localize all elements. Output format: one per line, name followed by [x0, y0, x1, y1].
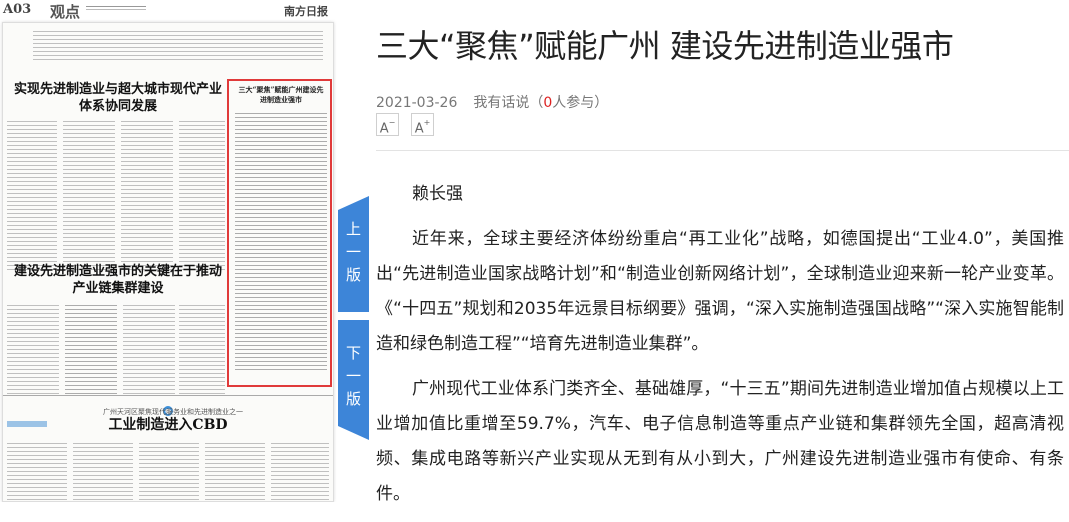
- text-column: [205, 443, 265, 501]
- edition-number: A03: [3, 2, 32, 17]
- newspaper-masthead: A03 观点 南方日报: [0, 0, 338, 22]
- text-column: [7, 443, 67, 501]
- article-body: 赖长强 近年来，全球主要经济体纷纷重启“再工业化”战略，如德国提出“工业4.0”…: [376, 177, 1064, 522]
- text-column: [7, 121, 57, 271]
- minus-icon: −: [388, 118, 396, 127]
- text-column: [65, 305, 117, 395]
- previous-page-button[interactable]: 上 一 版: [338, 196, 369, 312]
- text-column: [63, 121, 115, 271]
- publish-date: 2021-03-26: [376, 95, 458, 111]
- intro-text-block: [33, 31, 323, 61]
- bottom-kicker: 广州天河区聚焦现代服务业和先进制造业之一: [103, 408, 243, 416]
- text-column: [271, 443, 329, 501]
- text-column: [7, 305, 59, 395]
- font-increase-button[interactable]: A+: [411, 113, 434, 136]
- prev-label-char: 一: [345, 243, 361, 261]
- prev-label-char: 版: [345, 266, 361, 284]
- text-column: [73, 443, 133, 501]
- text-column: [123, 305, 175, 395]
- text-column: [139, 443, 199, 501]
- masthead-rule: [86, 6, 146, 10]
- font-decrease-label: A: [379, 121, 389, 137]
- font-increase-label: A: [414, 121, 424, 137]
- article-meta: 2021-03-26 我有话说（0人参与）: [376, 92, 608, 112]
- paragraph: 近年来，全球主要经济体纷纷重启“再工业化”战略，如德国提出“工业4.0”，美国推…: [376, 229, 1064, 354]
- article-panel: 三大“聚焦”赋能广州 建设先进制造业强市 2021-03-26 我有话说（0人参与…: [376, 0, 1069, 504]
- paragraph: 广州现代工业体系门类齐全、基础雄厚，“十三五”期间先进制造业增加值占规模以上工业…: [376, 379, 1064, 504]
- selected-article-highlight[interactable]: [227, 79, 332, 387]
- text-column: [179, 305, 225, 395]
- participants-prefix: （: [529, 95, 544, 111]
- comment-link[interactable]: 我有话说: [473, 95, 529, 111]
- font-decrease-button[interactable]: A−: [376, 113, 399, 136]
- next-label-char: 一: [345, 367, 361, 385]
- section-bar: [7, 421, 47, 427]
- headline-secondary: 建设先进制造业强市的关键在于推动产业链集群建设: [13, 264, 222, 296]
- bottom-headline: 工业制造进入CBD: [108, 417, 228, 433]
- header-divider: [376, 150, 1069, 151]
- newspaper-brand: 南方日报: [284, 5, 328, 18]
- next-page-button[interactable]: 下 一 版: [338, 320, 369, 440]
- participants-count: 0: [543, 95, 553, 111]
- text-column: [179, 121, 225, 271]
- text-column: [121, 121, 173, 271]
- next-label-char: 下: [345, 344, 361, 362]
- page-divider: [3, 395, 333, 396]
- headline-main: 实现先进制造业与超大城市现代产业体系协同发展: [13, 82, 222, 114]
- newspaper-page-preview[interactable]: A03 观点 南方日报 实现先进制造业与超大城市现代产业体系协同发展 建设先进制…: [0, 0, 338, 502]
- article-title: 三大“聚焦”赋能广州 建设先进制造业强市: [376, 27, 954, 65]
- section-name: 观点: [50, 3, 81, 21]
- participants-suffix: 人参与）: [552, 95, 609, 111]
- next-label-char: 版: [345, 390, 361, 408]
- prev-label-char: 上: [345, 220, 361, 238]
- author-line: 赖长强: [412, 184, 463, 204]
- plus-icon: +: [423, 118, 431, 127]
